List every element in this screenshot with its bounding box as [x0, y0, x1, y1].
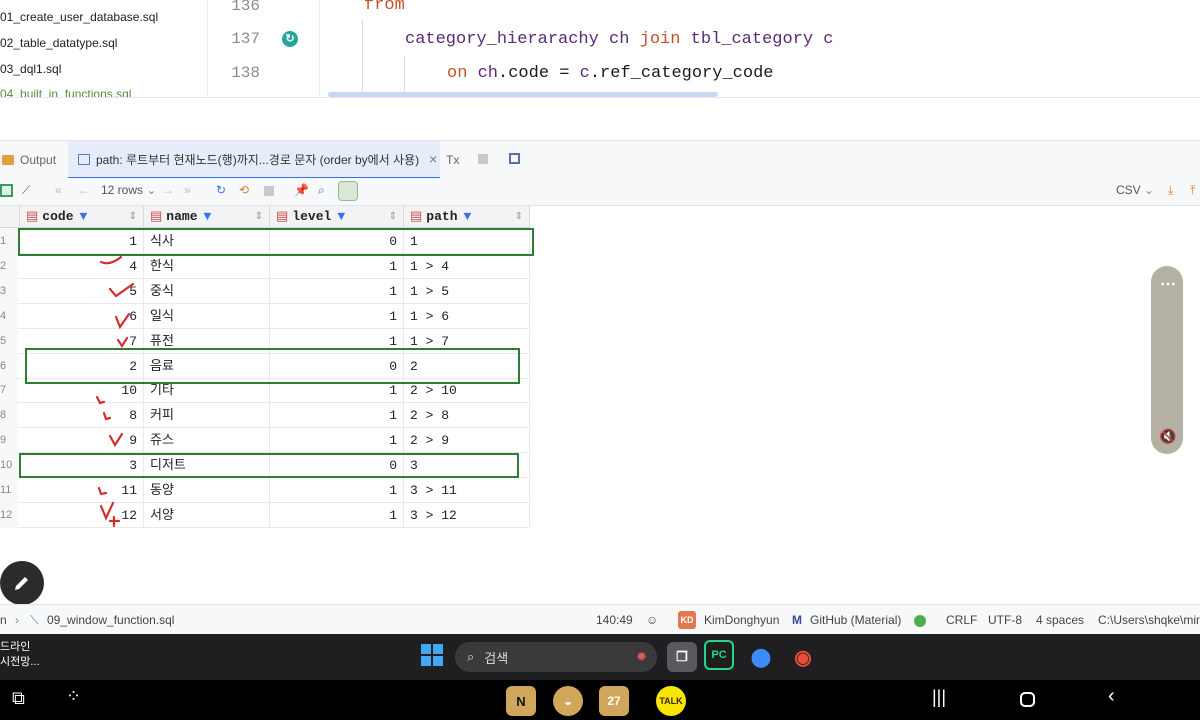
- theme-icon: M: [792, 613, 802, 627]
- app-switch-icon[interactable]: ⧉: [12, 688, 25, 709]
- taskbar-search[interactable]: ⌕ 검색 ✹: [455, 642, 657, 672]
- weather-line: 드라인: [0, 641, 31, 653]
- project-path[interactable]: C:\Users\shqke\min: [1098, 613, 1200, 627]
- breadcrumb-file[interactable]: 09_window_function.sql: [47, 613, 174, 627]
- check-mark: [114, 312, 131, 330]
- search-placeholder: 검색: [484, 650, 509, 666]
- pycharm-icon[interactable]: PC: [704, 640, 734, 670]
- pencil-icon: [15, 577, 28, 590]
- check-mark: [97, 486, 108, 496]
- calendar-sticker-icon: ✹: [636, 649, 647, 664]
- weather-line: 시전망...: [0, 656, 40, 668]
- plus-mark: [108, 515, 121, 528]
- check-mark: [108, 432, 124, 448]
- chrome-icon[interactable]: ◉: [788, 642, 818, 672]
- check-mark: [99, 501, 115, 521]
- breadcrumb-prefix[interactable]: n: [0, 613, 7, 627]
- highlight-box: [25, 348, 520, 384]
- file-encoding[interactable]: UTF-8: [988, 613, 1022, 627]
- edit-pen-button[interactable]: [0, 561, 44, 605]
- caret-position[interactable]: 140:49: [596, 613, 633, 627]
- back-icon[interactable]: ‹: [1108, 685, 1115, 708]
- user-name[interactable]: KimDonghyun: [704, 613, 779, 627]
- kakaotalk-icon[interactable]: TALK: [656, 686, 686, 716]
- line-separator[interactable]: CRLF: [946, 613, 977, 627]
- check-mark: [116, 336, 129, 349]
- windows-start-icon[interactable]: [420, 643, 444, 667]
- sql-file-icon: ⟍: [30, 613, 39, 627]
- search-icon: ⌕: [467, 649, 475, 664]
- recents-icon[interactable]: |||: [932, 687, 946, 708]
- app-icon[interactable]: ◒: [553, 686, 583, 716]
- status-bar: n › ⟍ 09_window_function.sql 140:49 ☺ KD…: [0, 604, 1200, 634]
- calendar-icon[interactable]: 27: [599, 686, 629, 716]
- assistant-icon[interactable]: ☺: [646, 613, 658, 627]
- chevron-right-icon: ›: [15, 613, 19, 627]
- status-indicator-icon[interactable]: [914, 615, 926, 627]
- mute-icon[interactable]: 🔇: [1159, 428, 1176, 445]
- apps-grid-icon[interactable]: ⁘: [66, 686, 81, 707]
- windows-taskbar: 드라인 시전망... ⌕ 검색 ✹ ❐ PC ⬤ ◉: [0, 634, 1200, 680]
- highlight-box: [18, 228, 534, 256]
- maps-pin-icon[interactable]: ⬤: [746, 642, 776, 672]
- check-mark: [99, 255, 123, 265]
- more-icon[interactable]: ⋯: [1160, 274, 1176, 294]
- home-icon[interactable]: [1020, 692, 1035, 707]
- android-navigation-bar: ⧉ ⁘ N ◒ 27 TALK ||| ‹: [0, 680, 1200, 720]
- weather-widget[interactable]: 드라인 시전망...: [0, 640, 40, 670]
- theme-name[interactable]: GitHub (Material): [810, 613, 901, 627]
- check-mark: [102, 411, 112, 421]
- highlight-box: [19, 453, 519, 478]
- user-avatar[interactable]: KD: [678, 611, 696, 629]
- task-view-icon[interactable]: ❐: [667, 642, 697, 672]
- check-mark: [108, 282, 135, 298]
- floating-side-panel[interactable]: ⋯ 🔇: [1151, 266, 1183, 454]
- check-mark: [95, 395, 106, 405]
- indent-setting[interactable]: 4 spaces: [1036, 613, 1084, 627]
- notion-icon[interactable]: N: [506, 686, 536, 716]
